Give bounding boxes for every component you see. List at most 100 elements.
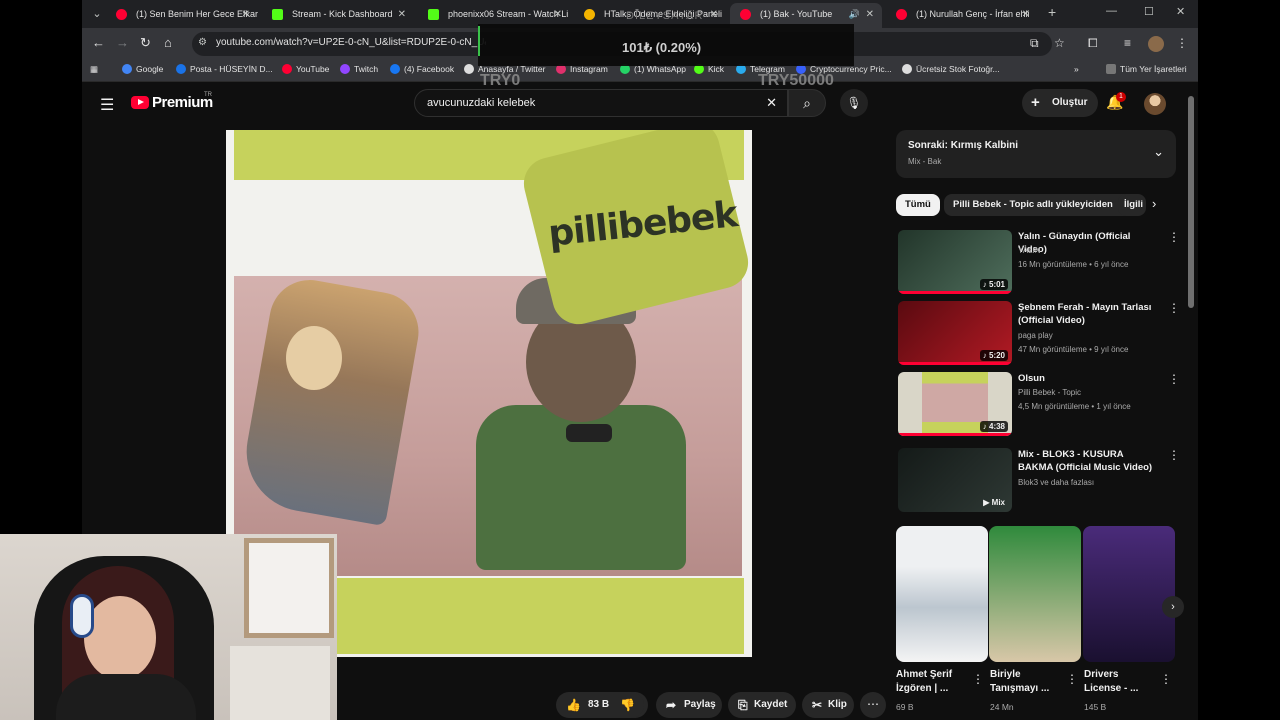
video-title[interactable]: Olsun [1018, 372, 1158, 385]
close-icon[interactable]: ✕ [242, 3, 250, 26]
album-puppet-bowtie [566, 424, 612, 442]
list-item[interactable]: ♪ 4:38 Olsun Pilli Bebek - Topic 4,5 Mn … [898, 372, 1180, 438]
all-bookmarks[interactable]: Tüm Yer İşaretleri [1106, 64, 1187, 74]
more-actions-icon[interactable]: ⋯ [860, 692, 886, 718]
site-info-icon[interactable]: ⚙ [198, 37, 207, 48]
bookmark-icon: ⎘ [738, 698, 748, 712]
hamburger-menu-icon[interactable]: ☰ [100, 95, 114, 115]
chip-related[interactable]: İlgili [1118, 194, 1146, 216]
create-label: Oluştur [1052, 97, 1088, 108]
more-options-icon[interactable]: ⋮ [1066, 672, 1078, 686]
more-options-icon[interactable]: ⋮ [1168, 448, 1180, 462]
search-button[interactable]: ⌕ [788, 89, 826, 117]
short-title[interactable]: Ahmet Şerif İzgören | ... [896, 668, 962, 696]
video-title[interactable]: Mix - BLOK3 - KUSURA BAKMA (Official Mus… [1018, 448, 1158, 474]
new-tab-icon[interactable]: + [1048, 4, 1056, 20]
clear-search-icon[interactable]: ✕ [766, 95, 777, 111]
account-avatar[interactable] [1144, 93, 1166, 115]
more-options-icon[interactable]: ⋮ [1160, 672, 1172, 686]
video-thumbnail[interactable]: ♪ 5:01 [898, 230, 1012, 294]
channel-name[interactable]: Blok3 ve daha fazlası [1018, 478, 1094, 487]
short-thumbnail[interactable] [1083, 526, 1175, 662]
up-next-panel[interactable]: Sonraki: Kırmış Kalbini Mix - Bak ⌄ [896, 130, 1176, 178]
chevron-down-icon[interactable]: ⌄ [1153, 144, 1164, 160]
forward-icon[interactable]: → [116, 35, 129, 50]
channel-name[interactable]: YALIN [1018, 246, 1041, 255]
apps-grid-icon[interactable]: ▦ [90, 64, 98, 75]
chip-uploader[interactable]: Pilli Bebek - Topic adlı yükleyiciden [944, 194, 1136, 216]
chevron-right-icon[interactable]: › [1152, 196, 1156, 211]
video-title[interactable]: Şebnem Ferah - Mayın Tarlası (Official V… [1018, 301, 1158, 327]
list-item[interactable]: ♪ 5:01 Yalın - Günaydın (Official Video)… [898, 230, 1180, 296]
short-thumbnail[interactable] [896, 526, 988, 662]
media-icon[interactable]: ≡ [1124, 36, 1131, 50]
short-thumbnail[interactable] [989, 526, 1081, 662]
page-scrollbar[interactable] [1188, 96, 1194, 308]
voice-search-button[interactable]: 🎙 [840, 89, 868, 117]
minimize-icon[interactable]: — [1106, 5, 1117, 17]
bookmark-star-icon[interactable]: ☆ [1054, 36, 1065, 50]
save-label: Kaydet [754, 699, 788, 710]
more-options-icon[interactable]: ⋮ [1168, 301, 1180, 315]
htalks-favicon-icon [584, 9, 595, 20]
channel-name[interactable]: Pilli Bebek - Topic [1018, 388, 1081, 397]
more-options-icon[interactable]: ⋮ [1168, 230, 1180, 244]
tab-1[interactable]: (1) Sen Benim Her Gece Efkar ✕ [106, 3, 258, 28]
video-thumbnail[interactable]: ♪ 4:38 [898, 372, 1012, 436]
close-icon[interactable]: ✕ [710, 3, 718, 26]
share-button[interactable]: ➦ Paylaş [656, 692, 722, 718]
tab-label: Stream - Kick Dashboard [292, 9, 393, 19]
bookmark-stock-photo[interactable]: Ücretsiz Stok Fotoğr... [902, 64, 1000, 74]
chrome-menu-icon[interactable]: ⋮ [1176, 36, 1188, 50]
more-options-icon[interactable]: ⋮ [972, 672, 984, 686]
album-doll-face [286, 326, 342, 390]
youtube-logo-icon[interactable] [131, 96, 149, 109]
maximize-icon[interactable]: ☐ [1144, 5, 1154, 18]
list-item[interactable]: ▶ Mix Mix - BLOK3 - KUSURA BAKMA (Offici… [898, 448, 1180, 514]
more-options-icon[interactable]: ⋮ [1168, 372, 1180, 386]
close-icon[interactable]: ✕ [866, 3, 874, 26]
create-button[interactable]: + Oluştur [1022, 89, 1098, 117]
window-close-icon[interactable]: ✕ [1176, 5, 1185, 18]
bookmarks-overflow-icon[interactable]: » [1074, 64, 1079, 74]
channel-name[interactable]: paga play [1018, 331, 1053, 340]
speaker-icon[interactable]: 🔊 [849, 3, 860, 26]
short-views: 69 B [896, 702, 914, 712]
tab-2[interactable]: Stream - Kick Dashboard ✕ [262, 3, 414, 28]
bookmark-posta[interactable]: Posta - HÜSEYİN D... [176, 64, 273, 74]
search-input[interactable]: avucunuzdaki kelebek ✕ [414, 89, 788, 117]
close-icon[interactable]: ✕ [554, 3, 562, 26]
close-icon[interactable]: ✕ [1022, 3, 1030, 26]
bookmark-label: Ücretsiz Stok Fotoğr... [916, 64, 1000, 74]
bookmark-label: YouTube [296, 64, 330, 74]
cast-icon[interactable]: ⧉ [1030, 36, 1039, 51]
clip-button[interactable]: ✂ Klip [802, 692, 854, 718]
back-icon[interactable]: ← [92, 35, 105, 50]
dislike-button[interactable]: 👎 [612, 692, 644, 718]
bookmark-facebook[interactable]: (4) Facebook [390, 64, 454, 74]
list-item[interactable]: ♪ 5:20 Şebnem Ferah - Mayın Tarlası (Off… [898, 301, 1180, 367]
photo-icon [902, 64, 912, 74]
watch-progress-bar [898, 433, 1012, 436]
close-icon[interactable]: ✕ [398, 3, 406, 26]
chip-all[interactable]: Tümü [896, 194, 940, 216]
bookmark-google[interactable]: Google [122, 64, 163, 74]
bookmark-twitch[interactable]: Twitch [340, 64, 378, 74]
bookmark-youtube[interactable]: YouTube [282, 64, 329, 74]
overlay-rate: 101₺ (0.20%) [622, 40, 702, 55]
extensions-icon[interactable]: ⧠ [1088, 36, 1098, 51]
save-button[interactable]: ⎘ Kaydet [728, 692, 796, 718]
video-thumbnail[interactable]: ♪ 5:20 [898, 301, 1012, 365]
profile-avatar[interactable] [1148, 36, 1164, 52]
tab-6[interactable]: (1) Nurullah Genç - İrfan ehli ✕ [886, 3, 1038, 28]
headset-icon [70, 594, 94, 638]
watch-progress-bar [898, 362, 1012, 365]
folder-icon [1106, 64, 1116, 74]
tab-search-icon[interactable]: ⌄ [88, 5, 106, 23]
video-thumbnail[interactable]: ▶ Mix [898, 448, 1012, 512]
shorts-next-icon[interactable]: › [1162, 596, 1184, 618]
home-icon[interactable]: ⌂ [164, 35, 172, 50]
short-title[interactable]: Biriyle Tanışmayı ... [990, 668, 1056, 696]
reload-icon[interactable]: ↻ [140, 35, 151, 51]
short-title[interactable]: Drivers License - ... [1084, 668, 1150, 696]
